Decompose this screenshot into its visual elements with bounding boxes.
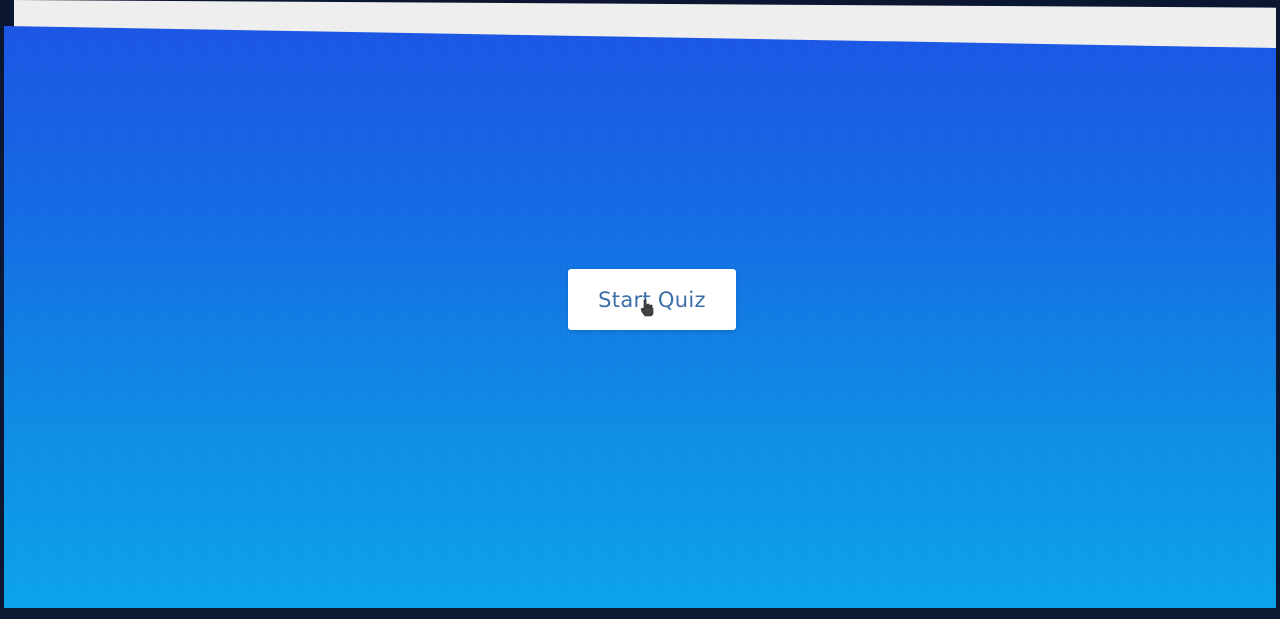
hand-pointer-icon (640, 299, 654, 317)
screen-frame: Start Quiz (0, 0, 1280, 619)
bottom-bezel (0, 608, 1280, 619)
